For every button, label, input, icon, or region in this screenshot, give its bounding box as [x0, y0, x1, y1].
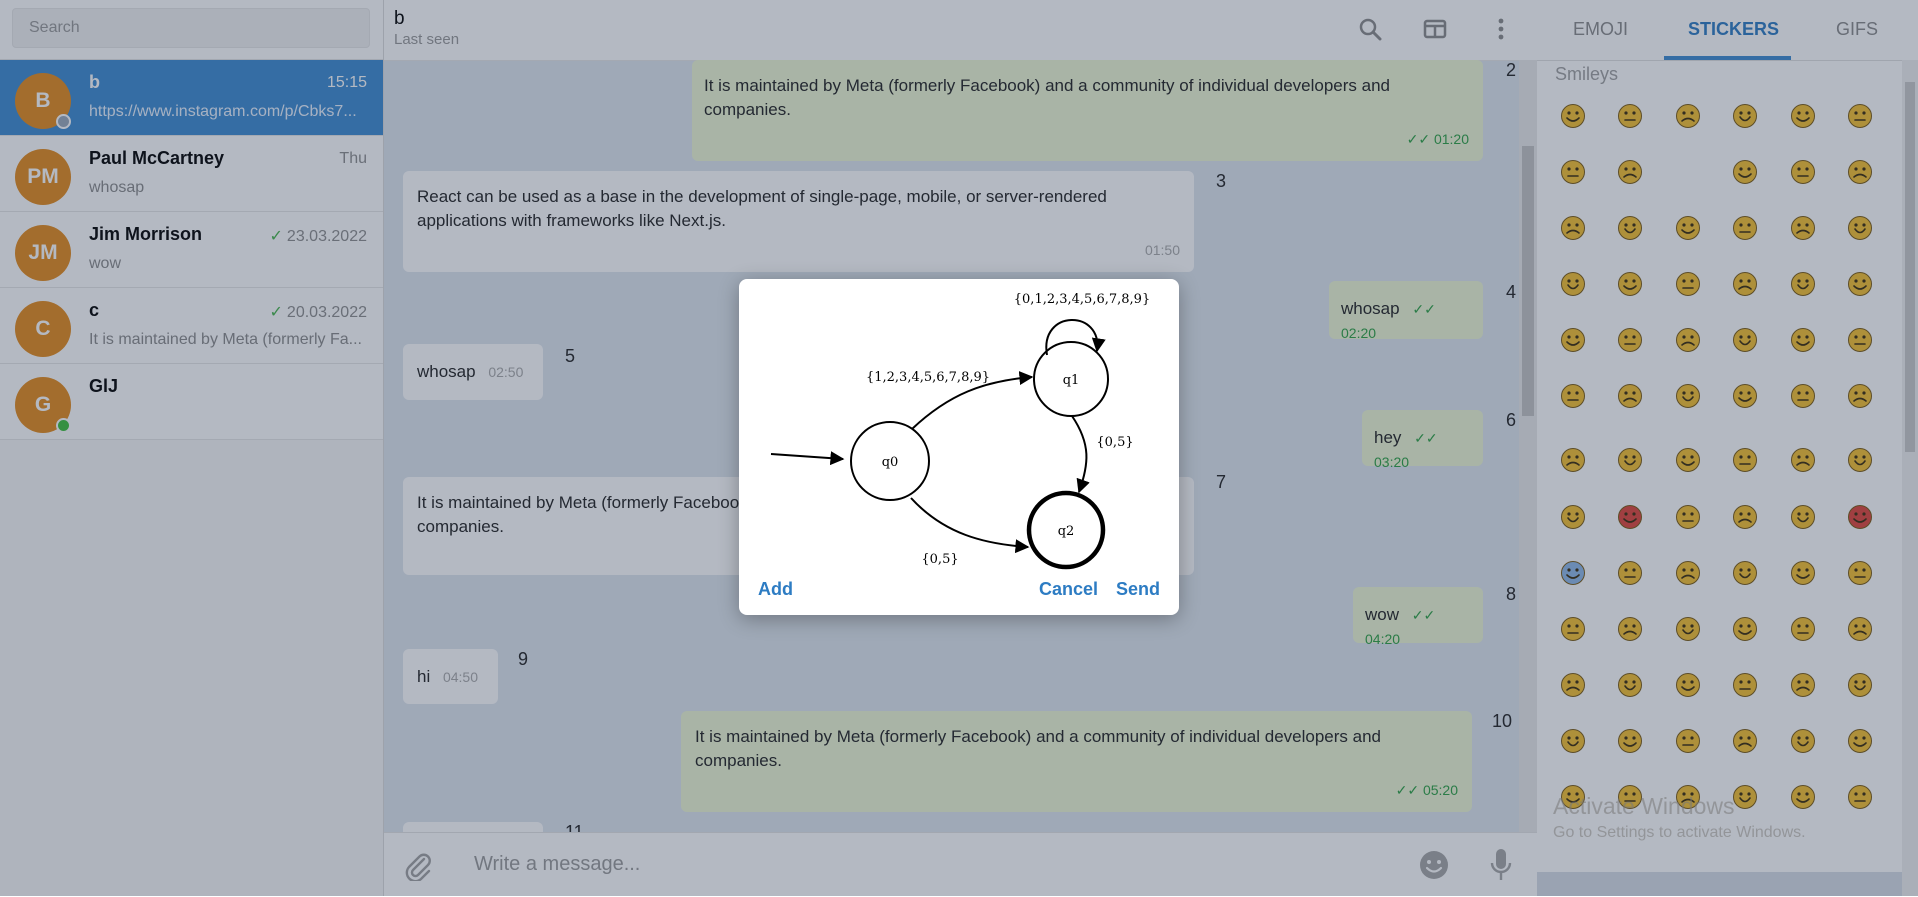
activate-windows-watermark: Activate Windows Go to Settings to activ… — [1553, 793, 1806, 842]
send-image-dialog: q0 q1 q2 {0,1,2,3,4,5,6,7,8,9} {1,2,3,4,… — [739, 279, 1179, 615]
edge-q1-q2 — [1071, 415, 1090, 494]
state-label: q2 — [1058, 524, 1075, 539]
edge-label: {0,5} — [921, 552, 958, 567]
cancel-button[interactable]: Cancel — [1039, 579, 1098, 600]
edge-q0-q2 — [910, 497, 1030, 554]
state-label: q1 — [1063, 373, 1080, 388]
state-label: q0 — [882, 455, 899, 470]
edge-label: {1,2,3,4,5,6,7,8,9} — [866, 370, 990, 385]
add-button[interactable]: Add — [758, 579, 793, 600]
edge-label: {0,5} — [1096, 435, 1133, 450]
watermark-subtitle: Go to Settings to activate Windows. — [1553, 824, 1806, 841]
watermark-title: Activate Windows — [1553, 793, 1735, 819]
send-button[interactable]: Send — [1116, 579, 1160, 600]
automaton-diagram-image: q0 q1 q2 {0,1,2,3,4,5,6,7,8,9} {1,2,3,4,… — [770, 292, 1150, 570]
edge-label: {0,1,2,3,4,5,6,7,8,9} — [1014, 292, 1150, 307]
start-arrow — [770, 451, 845, 466]
